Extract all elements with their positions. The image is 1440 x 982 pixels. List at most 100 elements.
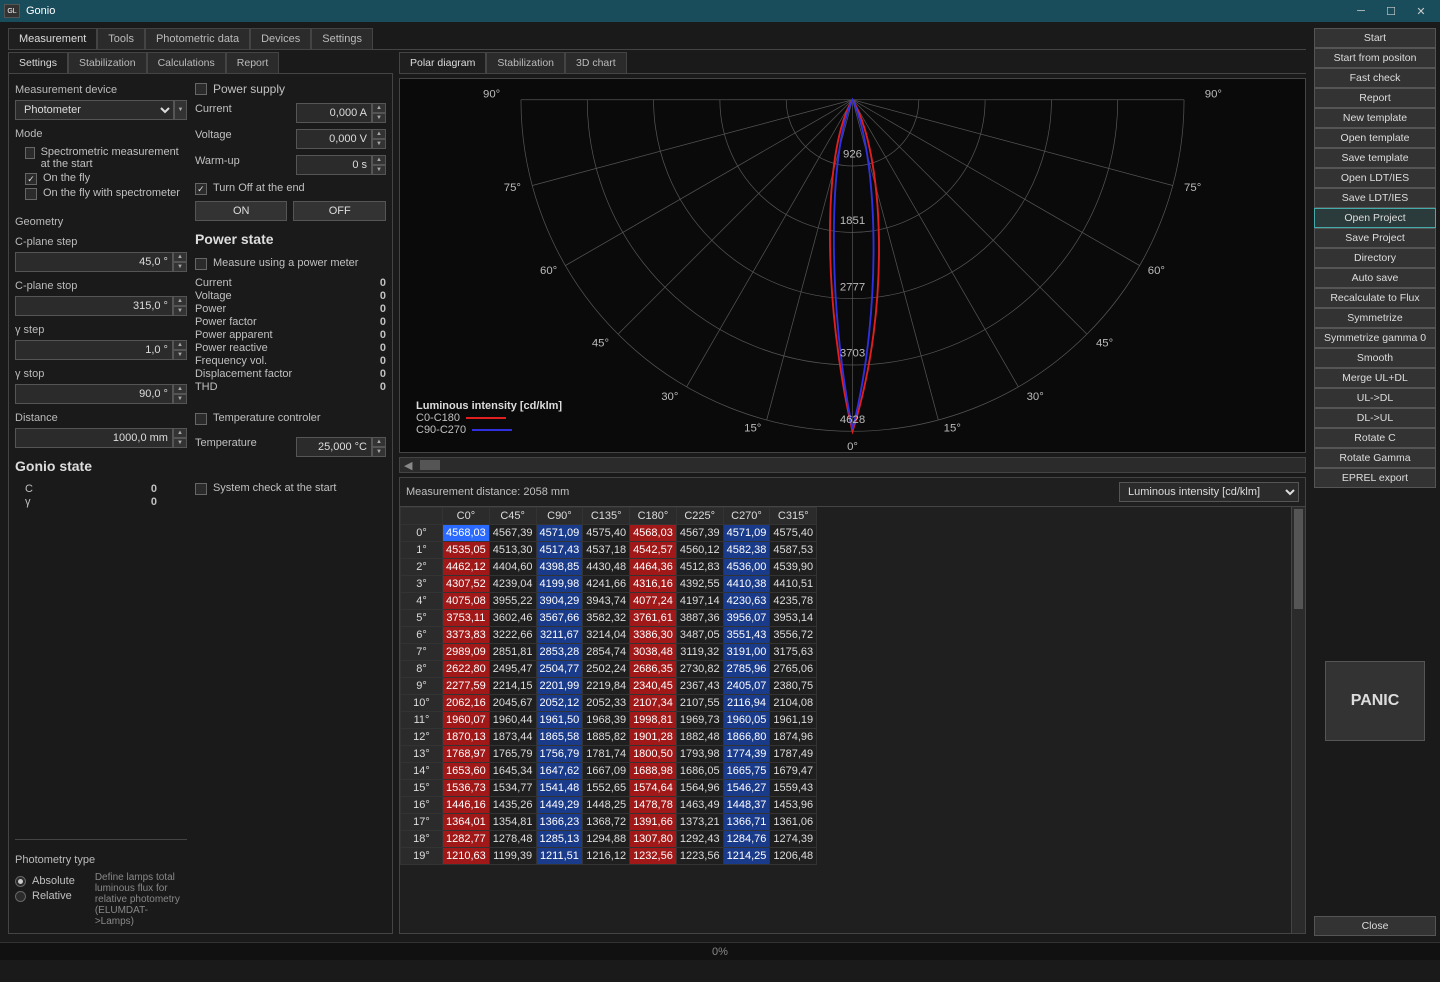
- table-cell[interactable]: 4512,83: [676, 559, 723, 576]
- table-cell[interactable]: 1210,63: [443, 848, 490, 865]
- table-cell[interactable]: 1866,80: [723, 729, 770, 746]
- table-cell[interactable]: 3373,83: [443, 627, 490, 644]
- side-directory[interactable]: Directory: [1314, 248, 1436, 268]
- chevron-down-icon[interactable]: ▼: [174, 100, 187, 120]
- spin-up[interactable]: ▲: [372, 437, 386, 447]
- side-eprel-export[interactable]: EPREL export: [1314, 468, 1436, 488]
- table-cell[interactable]: 1774,39: [723, 746, 770, 763]
- spin-up[interactable]: ▲: [173, 340, 187, 350]
- table-cell[interactable]: 4537,18: [583, 542, 630, 559]
- table-cell[interactable]: 2277,59: [443, 678, 490, 695]
- table-cell[interactable]: 3551,43: [723, 627, 770, 644]
- subtab-report[interactable]: Report: [226, 52, 280, 73]
- table-cell[interactable]: 4539,90: [770, 559, 817, 576]
- table-cell[interactable]: 4568,03: [443, 525, 490, 542]
- table-cell[interactable]: 1373,21: [676, 814, 723, 831]
- table-cell[interactable]: 2730,82: [676, 661, 723, 678]
- table-cell[interactable]: 3038,48: [630, 644, 677, 661]
- table-cell[interactable]: 1885,82: [583, 729, 630, 746]
- table-cell[interactable]: 1284,76: [723, 831, 770, 848]
- table-cell[interactable]: 4398,85: [536, 559, 583, 576]
- side-report[interactable]: Report: [1314, 88, 1436, 108]
- table-cell[interactable]: 1285,13: [536, 831, 583, 848]
- table-cell[interactable]: 3904,29: [536, 593, 583, 610]
- spin-down[interactable]: ▼: [372, 139, 386, 149]
- charttab-polar-diagram[interactable]: Polar diagram: [399, 52, 486, 73]
- table-cell[interactable]: 2367,43: [676, 678, 723, 695]
- table-cell[interactable]: 1564,96: [676, 780, 723, 797]
- table-cell[interactable]: 1968,39: [583, 712, 630, 729]
- tab-devices[interactable]: Devices: [250, 28, 311, 49]
- table-cell[interactable]: 1873,44: [489, 729, 536, 746]
- table-cell[interactable]: 1232,56: [630, 848, 677, 865]
- table-vscroll[interactable]: [1291, 507, 1305, 933]
- table-cell[interactable]: 4464,36: [630, 559, 677, 576]
- mode-onfly-spec-check[interactable]: On the fly with spectrometer: [25, 187, 187, 200]
- maximize-button[interactable]: ☐: [1376, 1, 1406, 21]
- table-cell[interactable]: 1653,60: [443, 763, 490, 780]
- table-cell[interactable]: 1214,25: [723, 848, 770, 865]
- table-cell[interactable]: 2686,35: [630, 661, 677, 678]
- table-cell[interactable]: 3602,46: [489, 610, 536, 627]
- side-recalculate-to-flux[interactable]: Recalculate to Flux: [1314, 288, 1436, 308]
- side-start[interactable]: Start: [1314, 28, 1436, 48]
- side-dl-ul[interactable]: DL->UL: [1314, 408, 1436, 428]
- table-cell[interactable]: 1686,05: [676, 763, 723, 780]
- spin-down[interactable]: ▼: [372, 165, 386, 175]
- side-merge-ul-dl[interactable]: Merge UL+DL: [1314, 368, 1436, 388]
- table-cell[interactable]: 3753,11: [443, 610, 490, 627]
- table-cell[interactable]: 2854,74: [583, 644, 630, 661]
- table-cell[interactable]: 2380,75: [770, 678, 817, 695]
- table-cell[interactable]: 2107,34: [630, 695, 677, 712]
- off-button[interactable]: OFF: [293, 201, 386, 221]
- table-cell[interactable]: 1294,88: [583, 831, 630, 848]
- cplane-stop-input[interactable]: [15, 296, 173, 316]
- tab-photometric-data[interactable]: Photometric data: [145, 28, 250, 49]
- table-cell[interactable]: 1546,27: [723, 780, 770, 797]
- table-cell[interactable]: 1361,06: [770, 814, 817, 831]
- table-cell[interactable]: 4536,00: [723, 559, 770, 576]
- table-cell[interactable]: 4517,43: [536, 542, 583, 559]
- side-symmetrize-gamma-0[interactable]: Symmetrize gamma 0: [1314, 328, 1436, 348]
- table-cell[interactable]: 2989,09: [443, 644, 490, 661]
- absolute-radio[interactable]: Absolute: [15, 875, 75, 887]
- spin-up[interactable]: ▲: [173, 252, 187, 262]
- temperature-input[interactable]: [296, 437, 372, 457]
- spin-down[interactable]: ▼: [173, 350, 187, 360]
- side-open-template[interactable]: Open template: [1314, 128, 1436, 148]
- table-cell[interactable]: 4077,24: [630, 593, 677, 610]
- device-select[interactable]: Photometer: [15, 100, 174, 120]
- spin-down[interactable]: ▼: [173, 438, 187, 448]
- minimize-button[interactable]: ─: [1346, 1, 1376, 21]
- side-new-template[interactable]: New template: [1314, 108, 1436, 128]
- subtab-calculations[interactable]: Calculations: [147, 52, 226, 73]
- table-cell[interactable]: 1688,98: [630, 763, 677, 780]
- table-cell[interactable]: 4075,08: [443, 593, 490, 610]
- spin-down[interactable]: ▼: [173, 394, 187, 404]
- table-cell[interactable]: 2104,08: [770, 695, 817, 712]
- table-cell[interactable]: 4410,51: [770, 576, 817, 593]
- table-cell[interactable]: 1354,81: [489, 814, 536, 831]
- table-cell[interactable]: 4235,78: [770, 593, 817, 610]
- side-start-from-positon[interactable]: Start from positon: [1314, 48, 1436, 68]
- table-cell[interactable]: 3582,32: [583, 610, 630, 627]
- table-cell[interactable]: 3222,66: [489, 627, 536, 644]
- table-cell[interactable]: 4535,05: [443, 542, 490, 559]
- spin-up[interactable]: ▲: [372, 155, 386, 165]
- table-cell[interactable]: 2045,67: [489, 695, 536, 712]
- table-cell[interactable]: 2405,07: [723, 678, 770, 695]
- side-symmetrize[interactable]: Symmetrize: [1314, 308, 1436, 328]
- table-cell[interactable]: 3119,32: [676, 644, 723, 661]
- table-cell[interactable]: 2495,47: [489, 661, 536, 678]
- table-cell[interactable]: 1667,09: [583, 763, 630, 780]
- table-cell[interactable]: 1446,16: [443, 797, 490, 814]
- spin-down[interactable]: ▼: [372, 113, 386, 123]
- side-open-project[interactable]: Open Project: [1314, 208, 1436, 228]
- table-cell[interactable]: 1765,79: [489, 746, 536, 763]
- table-cell[interactable]: 2052,12: [536, 695, 583, 712]
- side-save-template[interactable]: Save template: [1314, 148, 1436, 168]
- table-cell[interactable]: 1216,12: [583, 848, 630, 865]
- table-cell[interactable]: 1874,96: [770, 729, 817, 746]
- table-cell[interactable]: 1645,34: [489, 763, 536, 780]
- table-cell[interactable]: 1534,77: [489, 780, 536, 797]
